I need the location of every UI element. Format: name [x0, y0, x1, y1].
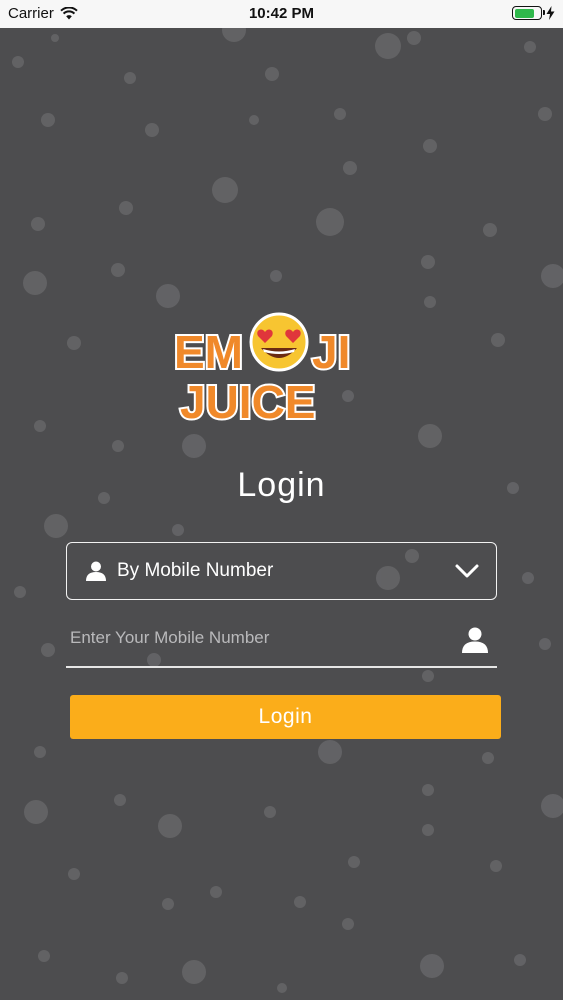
charging-bolt-icon [546, 6, 555, 20]
mobile-number-field [66, 616, 497, 668]
login-screen: Carrier 10:42 PM EM JI JUICE Login By Mo… [0, 0, 563, 1000]
login-method-dropdown[interactable]: By Mobile Number [66, 542, 497, 600]
battery-icon [512, 6, 545, 20]
login-method-selected: By Mobile Number [117, 560, 274, 581]
user-icon [462, 627, 488, 653]
chevron-down-icon[interactable] [454, 562, 480, 580]
emoji-juice-logo: EM JI JUICE [172, 312, 352, 426]
login-button[interactable]: Login [70, 695, 501, 739]
status-bar: Carrier 10:42 PM [0, 0, 563, 28]
logo-text-ji: JI [312, 326, 350, 378]
logo-text-juice: JUICE [180, 376, 315, 426]
mobile-number-input[interactable] [68, 622, 442, 654]
battery-indicator [512, 6, 555, 20]
status-time: 10:42 PM [248, 5, 315, 22]
logo-text-em: EM [174, 326, 243, 378]
page-title: Login [237, 466, 326, 504]
heart-eyes-emoji-icon [249, 312, 309, 372]
user-icon [86, 561, 106, 581]
